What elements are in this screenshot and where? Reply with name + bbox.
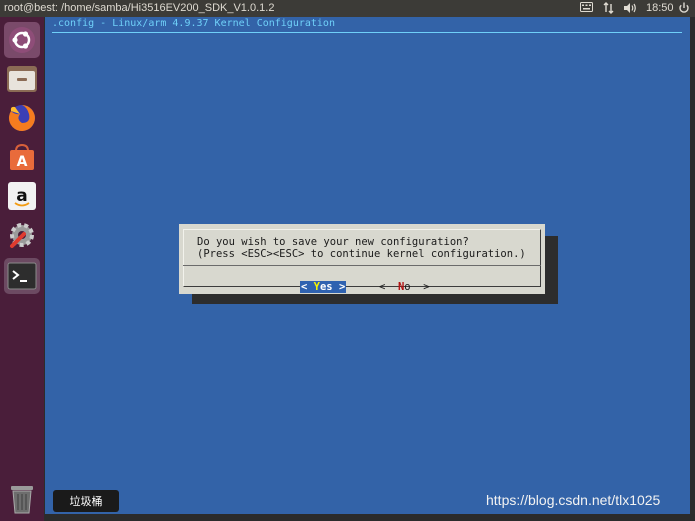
yes-button[interactable]: < Yes >	[300, 281, 347, 293]
trash-tooltip: 垃圾桶	[53, 490, 119, 512]
system-settings-icon	[6, 219, 38, 251]
launcher-item-trash[interactable]	[4, 481, 40, 517]
volume-icon[interactable]	[623, 2, 637, 14]
launcher-item-ubuntu[interactable]	[4, 22, 40, 58]
launcher: A a	[0, 17, 44, 521]
launcher-item-amazon[interactable]: a	[4, 178, 40, 214]
watermark: https://blog.csdn.net/tlx1025	[486, 492, 661, 508]
launcher-item-software-center[interactable]: A	[4, 139, 40, 175]
svg-text:a: a	[16, 186, 27, 206]
amazon-icon: a	[7, 181, 37, 211]
no-button-rest: o >	[404, 281, 430, 293]
trash-icon	[8, 483, 36, 515]
yes-button-rest: es >	[319, 281, 346, 293]
menuconfig-title: .config - Linux/arm 4.9.37 Kernel Config…	[52, 18, 335, 29]
launcher-item-files[interactable]	[4, 61, 40, 97]
top-panel: root@best: /home/samba/Hi3516EV200_SDK_V…	[0, 0, 695, 17]
yes-button-left: <	[301, 281, 314, 293]
terminal-icon	[7, 262, 37, 290]
svg-text:A: A	[17, 154, 28, 170]
files-icon	[6, 64, 38, 94]
network-icon[interactable]	[603, 2, 615, 14]
software-center-icon: A	[7, 142, 37, 172]
clock[interactable]: 18:50	[646, 2, 674, 14]
ubuntu-logo-icon	[8, 26, 36, 54]
window-title: root@best: /home/samba/Hi3516EV200_SDK_V…	[4, 2, 275, 14]
title-rule	[52, 32, 682, 33]
keyboard-icon[interactable]	[580, 2, 593, 14]
launcher-item-firefox[interactable]	[4, 100, 40, 136]
save-config-dialog: Do you wish to save your new configurati…	[179, 224, 545, 294]
launcher-item-system-settings[interactable]	[4, 217, 40, 253]
terminal-window[interactable]: .config - Linux/arm 4.9.37 Kernel Config…	[45, 17, 690, 514]
power-icon[interactable]	[678, 2, 690, 14]
dialog-separator	[183, 265, 541, 266]
dialog-question: Do you wish to save your new configurati…	[197, 236, 469, 248]
no-button[interactable]: < No >	[379, 281, 430, 293]
no-button-left: <	[379, 281, 398, 293]
dialog-hint: (Press <ESC><ESC> to continue kernel con…	[197, 248, 526, 260]
window-bottom-edge	[45, 514, 695, 521]
launcher-item-terminal[interactable]	[4, 258, 40, 294]
firefox-icon	[7, 103, 37, 133]
